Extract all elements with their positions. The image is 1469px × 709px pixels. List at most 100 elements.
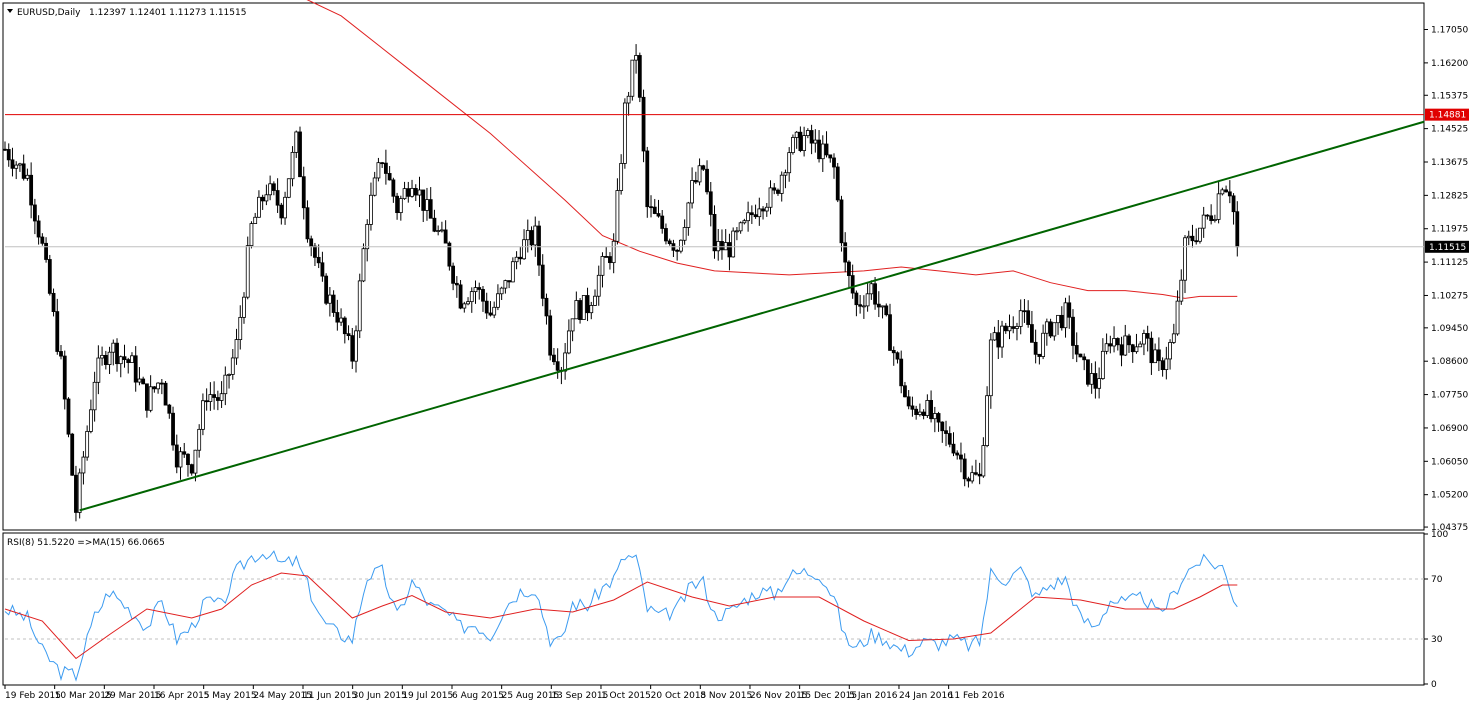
candle-body bbox=[895, 352, 900, 360]
candle-body bbox=[242, 296, 246, 318]
candle-body bbox=[484, 300, 489, 314]
candle-body bbox=[428, 199, 433, 219]
candle-body bbox=[570, 318, 575, 332]
candle-body bbox=[955, 452, 960, 456]
candle-body bbox=[727, 242, 732, 258]
resistance-tag-label: 1.14881 bbox=[1429, 111, 1466, 121]
candle bbox=[731, 227, 736, 258]
price-tick-label: 1.17050 bbox=[1431, 26, 1468, 36]
candle-body bbox=[182, 451, 187, 455]
candle-body bbox=[227, 373, 231, 376]
candle-body bbox=[380, 162, 385, 165]
candle-body bbox=[936, 413, 941, 423]
candle-body bbox=[525, 230, 530, 241]
time-tick-label: 19 Jul 2015 bbox=[402, 691, 453, 701]
candle-body bbox=[219, 393, 224, 401]
candle-body bbox=[327, 294, 332, 304]
candle-body bbox=[865, 293, 870, 307]
candle-body bbox=[298, 131, 302, 178]
candle-body bbox=[787, 152, 792, 174]
candle-body bbox=[342, 317, 347, 335]
candle-body bbox=[115, 342, 119, 365]
candle-body bbox=[122, 356, 127, 361]
chart-header: EURUSD,Daily 1.12397 1.12401 1.11273 1.1… bbox=[7, 8, 246, 18]
candle-body bbox=[1209, 215, 1214, 221]
candle bbox=[578, 298, 582, 324]
candle-body bbox=[1015, 326, 1019, 329]
candle-body bbox=[869, 283, 874, 295]
candle-body bbox=[59, 351, 63, 357]
time-tick-label: 29 Mar 2015 bbox=[104, 691, 161, 701]
candle-body bbox=[208, 394, 213, 402]
candle-body bbox=[1007, 326, 1012, 332]
candle-body bbox=[372, 177, 377, 196]
candle-body bbox=[335, 312, 340, 323]
candle-body bbox=[499, 287, 504, 295]
candle-body bbox=[630, 59, 635, 97]
candle-body bbox=[3, 148, 7, 151]
candle-body bbox=[324, 275, 329, 304]
candle-body bbox=[279, 204, 284, 219]
candle-body bbox=[652, 206, 657, 214]
candle-body bbox=[432, 217, 437, 232]
candle-body bbox=[1156, 349, 1161, 362]
candle-body bbox=[215, 397, 220, 401]
main-panel-frame bbox=[2, 2, 1425, 531]
candle-body bbox=[1160, 360, 1165, 371]
candle-body bbox=[264, 194, 269, 202]
candle-body bbox=[1026, 310, 1031, 325]
candle-body bbox=[331, 294, 336, 313]
candle-body bbox=[667, 240, 672, 245]
candle-body bbox=[1086, 359, 1090, 385]
candle-body bbox=[518, 256, 523, 260]
candle-body bbox=[929, 400, 933, 420]
candle-body bbox=[25, 174, 30, 179]
time-tick-label: 24 Jan 2016 bbox=[899, 691, 953, 701]
candle-body bbox=[742, 220, 747, 224]
candle-body bbox=[951, 443, 956, 454]
rsi-panel: 100 70 30 0 RSI(8) 51.5220 =>MA(15) 66.0665 bbox=[2, 530, 1448, 690]
candle-body bbox=[697, 165, 702, 183]
candle-body bbox=[171, 412, 175, 446]
candle-body bbox=[578, 300, 582, 320]
candle-body bbox=[77, 472, 82, 513]
candle-body bbox=[611, 240, 616, 264]
candle-body bbox=[988, 339, 993, 397]
candle-body bbox=[1041, 332, 1046, 357]
candle-body bbox=[1033, 341, 1038, 355]
candle-body bbox=[193, 449, 198, 474]
candle-body bbox=[772, 187, 777, 191]
candle-body bbox=[581, 295, 586, 320]
candle-body bbox=[693, 180, 698, 183]
current-price-tag-label: 1.11515 bbox=[1429, 243, 1466, 253]
candle-body bbox=[92, 381, 97, 411]
price-axis: 1.17050 1.16200 1.15375 1.14525 1.13675 1.128… bbox=[1424, 26, 1468, 533]
candle-body bbox=[51, 292, 56, 313]
candle-body bbox=[529, 230, 534, 246]
candle-body bbox=[764, 206, 769, 212]
candle-body bbox=[899, 358, 904, 387]
candle bbox=[622, 98, 627, 169]
candle-body bbox=[14, 164, 19, 169]
candle-body bbox=[406, 188, 411, 197]
candle-body bbox=[1119, 344, 1124, 356]
candle-body bbox=[230, 357, 235, 375]
candle-body bbox=[1108, 343, 1113, 347]
time-tick-label: 20 Oct 2015 bbox=[651, 691, 707, 701]
candle-body bbox=[1003, 325, 1008, 332]
candle-body bbox=[944, 430, 948, 434]
candle-body bbox=[339, 317, 343, 323]
candle-body bbox=[731, 230, 736, 258]
candle-body bbox=[794, 131, 799, 138]
time-tick-label: 5 Jan 2016 bbox=[849, 691, 897, 701]
price-tick-label: 1.06900 bbox=[1431, 424, 1468, 434]
candle bbox=[791, 134, 795, 155]
candle-body bbox=[574, 300, 579, 320]
candle-body bbox=[809, 130, 814, 144]
candle-body bbox=[391, 179, 396, 197]
candle-body bbox=[1145, 333, 1150, 339]
candle-body bbox=[469, 291, 474, 303]
candle-body bbox=[361, 248, 366, 282]
candle-body bbox=[593, 295, 597, 306]
candle-body bbox=[544, 297, 549, 317]
